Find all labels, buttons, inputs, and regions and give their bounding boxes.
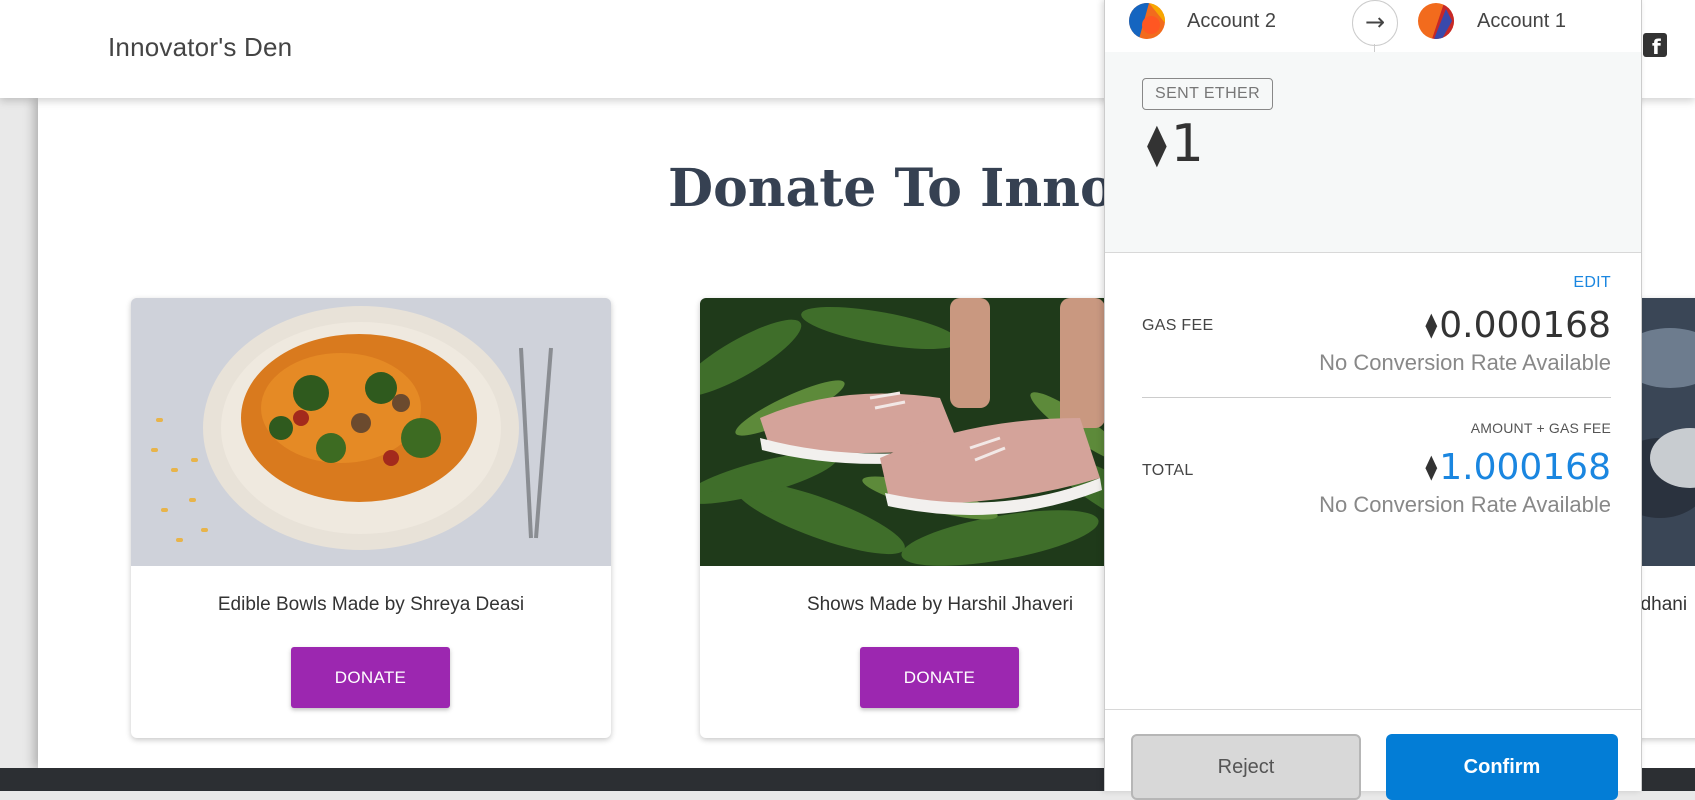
from-account-name: Account 2: [1187, 10, 1276, 32]
gas-fee-conversion: No Conversion Rate Available: [1319, 350, 1611, 375]
donate-button[interactable]: DONATE: [860, 647, 1019, 708]
sent-amount-section: SENT ETHER ⧫1: [1105, 52, 1641, 253]
card-image-pasta-bowl: [131, 298, 611, 566]
facebook-icon[interactable]: [1643, 33, 1667, 59]
gas-fee-amount: 0.000168: [1439, 305, 1611, 346]
total-amount: 1.000168: [1439, 447, 1611, 488]
site-brand[interactable]: Innovator's Den: [108, 32, 292, 63]
donate-button[interactable]: DONATE: [291, 647, 450, 708]
ethereum-icon: ⧫: [1425, 453, 1438, 481]
card-title: Edible Bowls Made by Shreya Deasi: [217, 594, 525, 615]
account-transfer-header: Account 2 → Account 1: [1105, 0, 1641, 53]
arrow-stem: [1374, 44, 1375, 52]
sent-ether-badge: SENT ETHER: [1142, 78, 1274, 110]
footer-divider: [1105, 709, 1641, 710]
edit-gas-link[interactable]: EDIT: [1525, 274, 1611, 292]
divider: [1142, 397, 1611, 398]
confirm-button[interactable]: Confirm: [1386, 734, 1618, 800]
arrow-right-icon: →: [1352, 0, 1398, 46]
reject-button[interactable]: Reject: [1131, 734, 1361, 800]
page-heading: Donate To Innova: [668, 158, 1179, 219]
ethereum-icon: ⧫: [1425, 311, 1438, 339]
ethereum-icon: ⧫: [1147, 122, 1167, 168]
sent-amount-value: 1: [1170, 114, 1204, 174]
total-label: TOTAL: [1142, 462, 1194, 479]
product-card-bowls: Edible Bowls Made by Shreya Deasi DONATE: [131, 298, 611, 738]
total-conversion: No Conversion Rate Available: [1319, 492, 1611, 517]
to-account-avatar: [1418, 3, 1454, 39]
gas-fee-label: GAS FEE: [1142, 317, 1214, 334]
sent-amount: ⧫1: [1147, 118, 1204, 170]
gas-fee-value: ⧫0.000168: [1425, 305, 1611, 346]
to-account-name: Account 1: [1477, 10, 1566, 32]
amount-gas-caption: AMOUNT + GAS FEE: [1470, 420, 1611, 436]
from-account-avatar: [1129, 3, 1165, 39]
total-value: ⧫1.000168: [1425, 447, 1611, 488]
metamask-confirm-popup: Account 2 → Account 1 SENT ETHER ⧫1 EDIT…: [1104, 0, 1642, 800]
